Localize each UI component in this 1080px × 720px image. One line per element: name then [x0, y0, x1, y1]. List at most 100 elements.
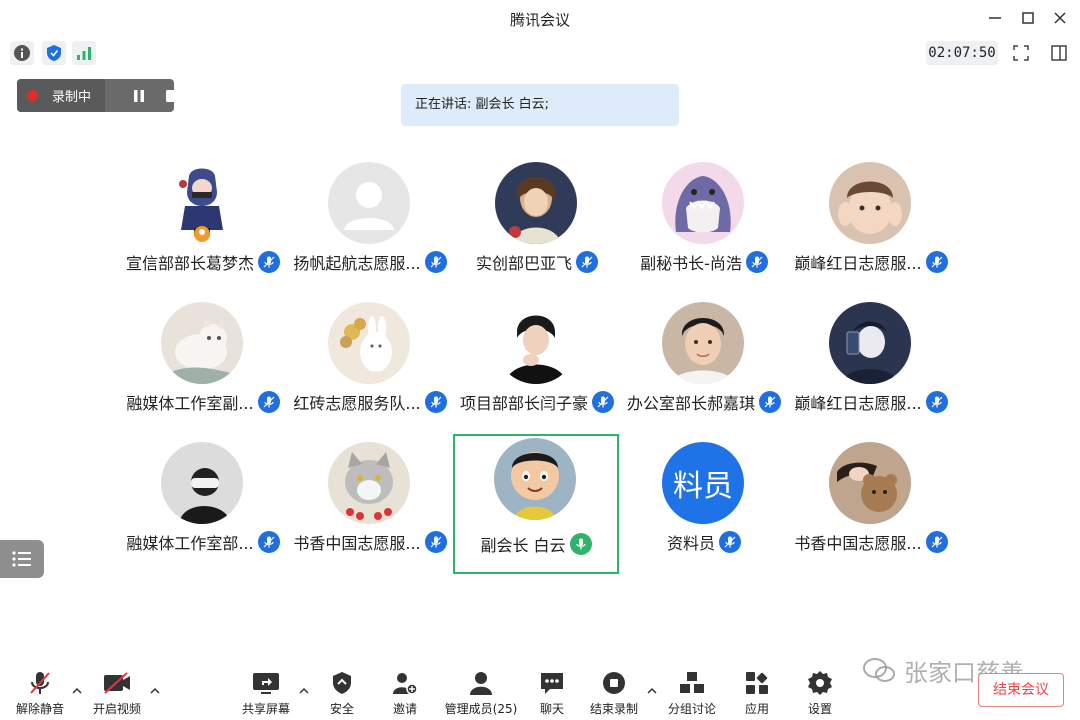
avatar	[829, 162, 911, 244]
manage-members-button[interactable]: 管理成员(25)	[439, 668, 523, 720]
member-list-toggle-button[interactable]	[0, 540, 44, 578]
shield-icon[interactable]	[42, 41, 66, 65]
participant-tile[interactable]: 书香中国志愿服...	[788, 438, 954, 578]
apps-icon	[722, 668, 792, 698]
participant-label: 巅峰红日志愿服...	[768, 250, 974, 274]
microphone-muted-icon	[5, 668, 75, 698]
title-bar: 腾讯会议	[0, 0, 1080, 36]
add-user-icon	[370, 668, 440, 698]
side-panel-icon[interactable]	[1046, 41, 1072, 65]
chat-button[interactable]: 聊天	[517, 668, 587, 720]
end-meeting-button[interactable]: 结束会议	[978, 673, 1064, 707]
breakout-rooms-button[interactable]: 分组讨论	[657, 668, 727, 720]
avatar	[662, 302, 744, 384]
participant-tile[interactable]: 融媒体工作室部...	[120, 438, 286, 578]
chevron-up-icon[interactable]	[647, 686, 657, 696]
participant-tile[interactable]: 料员 资料员	[621, 438, 787, 578]
avatar	[161, 442, 243, 524]
participant-name: 书香中国志愿服...	[293, 534, 421, 553]
meeting-toolbar: 02:07:50	[0, 38, 1080, 68]
participant-tile[interactable]: 融媒体工作室副...	[120, 298, 286, 438]
avatar	[328, 442, 410, 524]
avatar	[495, 162, 577, 244]
share-screen-button[interactable]: 共享屏幕	[231, 668, 301, 720]
participant-name: 红砖志愿服务队...	[293, 394, 421, 413]
participant-tile[interactable]: 巅峰红日志愿服...	[788, 298, 954, 438]
microphone-icon	[719, 531, 741, 553]
avatar	[161, 302, 243, 384]
maximize-icon[interactable]	[1018, 8, 1038, 28]
invite-button[interactable]: 邀请	[370, 668, 440, 720]
microphone-icon	[925, 251, 948, 273]
manage-members-label: 管理成员(25)	[444, 702, 518, 716]
participant-tile[interactable]: 巅峰红日志愿服...	[788, 158, 954, 298]
microphone-icon	[925, 391, 948, 413]
speaking-banner: 正在讲话: 副会长 白云;	[401, 84, 679, 126]
participant-tile[interactable]: 副秘书长-尚浩	[621, 158, 787, 298]
participant-tile[interactable]: 扬帆起航志愿服...	[287, 158, 453, 298]
participant-tile[interactable]: 宣信部部长葛梦杰	[120, 158, 286, 298]
participant-name: 资料员	[666, 534, 715, 553]
breakout-icon	[657, 668, 727, 698]
close-icon[interactable]	[1050, 8, 1070, 28]
recording-label: 录制中	[52, 90, 92, 105]
record-dot-icon	[27, 90, 38, 101]
start-video-label: 开启视频	[92, 702, 141, 716]
microphone-active-icon	[569, 533, 592, 555]
chat-label: 聊天	[539, 702, 564, 716]
participant-tile[interactable]: 红砖志愿服务队...	[287, 298, 453, 438]
avatar	[829, 442, 911, 524]
signal-icon[interactable]	[72, 41, 96, 65]
fullscreen-icon[interactable]	[1008, 41, 1034, 65]
gear-icon	[785, 668, 855, 698]
participant-tile[interactable]: 实创部巴亚飞	[454, 158, 620, 298]
participant-name: 书香中国志愿服...	[794, 534, 922, 553]
participant-tile[interactable]: 书香中国志愿服...	[287, 438, 453, 578]
participant-name: 副会长 白云	[480, 536, 566, 555]
participant-tile[interactable]: 办公室部长郝嘉琪	[621, 298, 787, 438]
security-label: 安全	[329, 702, 354, 716]
participant-name: 巅峰红日志愿服...	[794, 394, 922, 413]
participant-name: 宣信部部长葛梦杰	[125, 254, 254, 273]
microphone-icon	[745, 251, 768, 273]
avatar: 料员	[662, 442, 744, 524]
stop-recording-button[interactable]	[161, 85, 174, 107]
avatar	[328, 302, 410, 384]
settings-button[interactable]: 设置	[785, 668, 855, 720]
list-icon	[12, 551, 31, 567]
apps-button[interactable]: 应用	[722, 668, 792, 720]
participant-tile-active-speaker[interactable]: 副会长 白云	[453, 434, 619, 574]
wechat-icon	[863, 658, 895, 682]
unmute-button[interactable]: 解除静音	[5, 668, 75, 720]
participant-label: 巅峰红日志愿服...	[768, 390, 974, 414]
info-icon[interactable]	[10, 41, 34, 65]
avatar	[161, 162, 243, 244]
breakout-label: 分组讨论	[667, 702, 716, 716]
participant-label: 书香中国志愿服...	[768, 530, 974, 554]
microphone-icon	[576, 251, 598, 273]
chevron-up-icon[interactable]	[72, 686, 82, 696]
minimize-icon[interactable]	[985, 8, 1005, 28]
participant-name: 扬帆起航志愿服...	[293, 254, 421, 273]
invite-label: 邀请	[392, 702, 417, 716]
participant-tile[interactable]: 项目部部长闫子豪	[454, 298, 620, 438]
apps-label: 应用	[744, 702, 769, 716]
security-button[interactable]: 安全	[307, 668, 377, 720]
participant-name: 融媒体工作室部...	[126, 534, 254, 553]
start-video-button[interactable]: 开启视频	[82, 668, 152, 720]
meeting-timer: 02:07:50	[926, 41, 998, 65]
recording-indicator: 录制中	[17, 79, 174, 112]
end-recording-button[interactable]: 结束录制	[579, 668, 649, 720]
camera-off-icon	[82, 668, 152, 698]
chevron-up-icon[interactable]	[150, 686, 160, 696]
unmute-label: 解除静音	[15, 702, 64, 716]
members-icon	[439, 668, 523, 698]
participant-name: 融媒体工作室副...	[126, 394, 254, 413]
avatar	[328, 162, 410, 244]
settings-label: 设置	[807, 702, 832, 716]
pause-recording-button[interactable]	[128, 85, 150, 107]
chat-icon	[517, 668, 587, 698]
window-title: 腾讯会议	[509, 11, 570, 29]
stop-recording-icon	[579, 668, 649, 698]
participant-name: 办公室部长郝嘉琪	[626, 394, 755, 413]
